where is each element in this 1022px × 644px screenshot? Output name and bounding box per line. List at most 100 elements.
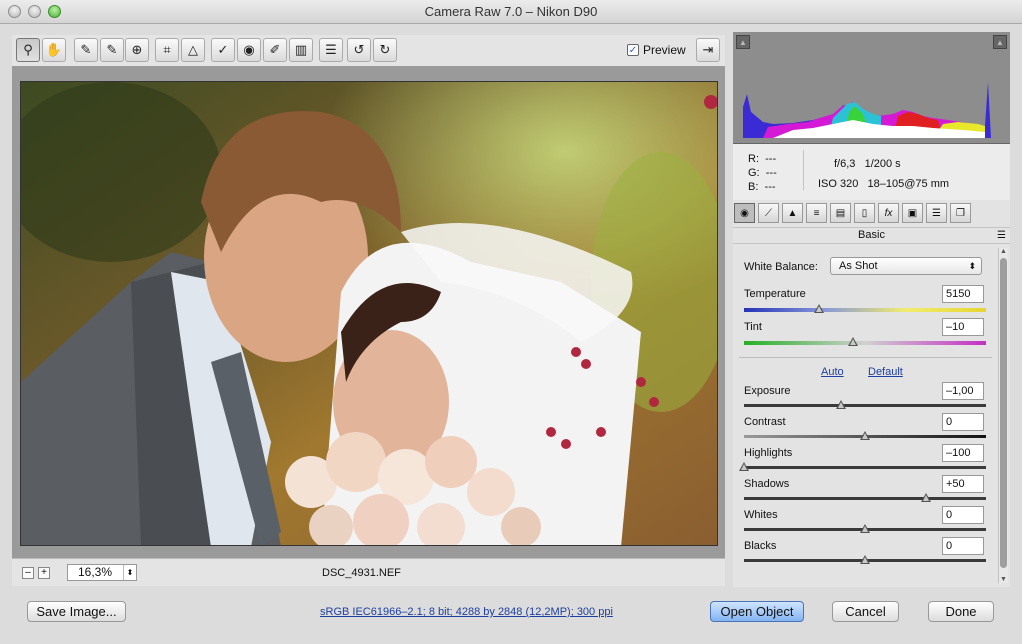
shadows-input[interactable]: +50	[942, 475, 984, 493]
zoom-tool-button[interactable]: ⚲	[16, 38, 40, 62]
tab-presets[interactable]: ☰	[926, 203, 947, 223]
tint-input[interactable]: –10	[942, 318, 984, 336]
contrast-input[interactable]: 0	[942, 413, 984, 431]
histogram: ▲ ▲	[733, 32, 1010, 144]
snapshots-icon: ❐	[956, 207, 965, 219]
whites-thumb[interactable]	[860, 524, 870, 533]
scroll-down-icon[interactable]: ▼	[1000, 576, 1007, 583]
fullscreen-icon: ⇥	[702, 42, 714, 57]
b-label: B:	[748, 181, 759, 193]
tab-tone-curve[interactable]: ⟋	[758, 203, 779, 223]
aperture-value: f/6,3	[834, 158, 856, 170]
color-sampler-tool-button[interactable]: ✎	[100, 38, 124, 62]
split-toning-icon: ▤	[835, 207, 846, 219]
blacks-label: Blacks	[744, 540, 777, 552]
hand-tool-button[interactable]: ✋	[42, 38, 66, 62]
highlights-input[interactable]: –100	[942, 444, 984, 462]
tab-effects[interactable]: fx	[878, 203, 899, 223]
scroll-thumb[interactable]	[1000, 258, 1007, 568]
tone-curve-icon: ⟋	[765, 207, 772, 219]
exposure-slider[interactable]	[744, 400, 986, 409]
zoom-in-button[interactable]: +	[38, 567, 50, 579]
exposure-input[interactable]: –1,00	[942, 382, 984, 400]
straighten-tool-button[interactable]: △	[181, 38, 205, 62]
blacks-thumb[interactable]	[860, 555, 870, 564]
zoom-level-select[interactable]: 16,3% ⬍	[67, 564, 137, 581]
tab-detail[interactable]: ▲	[782, 203, 803, 223]
g-label: G:	[748, 167, 760, 179]
contrast-thumb[interactable]	[860, 431, 870, 440]
preview-checkbox[interactable]: ✓	[627, 44, 639, 56]
highlights-slider[interactable]	[739, 462, 986, 471]
chevron-updown-icon: ⬍	[968, 261, 976, 271]
cancel-button[interactable]: Cancel	[832, 601, 899, 622]
tab-lens-corrections[interactable]: ▯	[854, 203, 875, 223]
panel-scrollbar[interactable]: ▲ ▼	[998, 248, 1008, 583]
graduated-filter-tool-button[interactable]: ▥	[289, 38, 313, 62]
lens-value: 18–105@75 mm	[867, 178, 950, 190]
crop-icon: ⌗	[163, 42, 171, 57]
white-balance-tool-button[interactable]: ✎	[74, 38, 98, 62]
whites-slider[interactable]	[744, 524, 986, 533]
rotate-left-button[interactable]: ↺	[347, 38, 371, 62]
adjustments-sidebar: ▲ ▲ R: --- G: --- B: --- f/6,3 1/200 s I…	[733, 32, 1010, 587]
contrast-slider[interactable]	[744, 431, 986, 440]
blacks-input[interactable]: 0	[942, 537, 984, 555]
spot-removal-tool-button[interactable]: ✓	[211, 38, 235, 62]
tab-basic[interactable]: ◉	[734, 203, 755, 223]
preview-toggle[interactable]: ✓ Preview	[627, 43, 686, 57]
camera-icon: ▣	[907, 207, 918, 219]
histogram-graph	[743, 82, 991, 138]
tab-camera-calibration[interactable]: ▣	[902, 203, 923, 223]
tab-hsl[interactable]: ≡	[806, 203, 827, 223]
adjustment-brush-tool-button[interactable]: ✐	[263, 38, 287, 62]
presets-icon: ☰	[932, 207, 941, 219]
fullscreen-button[interactable]: ⇥	[696, 38, 720, 62]
exposure-thumb[interactable]	[835, 400, 846, 409]
white-balance-label: White Balance:	[744, 261, 818, 273]
scroll-up-icon[interactable]: ▲	[1000, 248, 1007, 255]
shadows-label: Shadows	[744, 478, 790, 490]
preview-area[interactable]	[12, 66, 725, 558]
tab-snapshots[interactable]: ❐	[950, 203, 971, 223]
preview-image[interactable]	[20, 81, 718, 546]
highlights-thumb[interactable]	[739, 462, 749, 471]
whites-input[interactable]: 0	[942, 506, 984, 524]
crop-tool-button[interactable]: ⌗	[155, 38, 179, 62]
rotate-right-icon: ↻	[379, 42, 391, 57]
brush-icon: ✐	[269, 42, 281, 57]
hsl-icon: ≡	[813, 207, 820, 219]
zoom-out-button[interactable]: –	[22, 567, 34, 579]
red-eye-tool-button[interactable]: ◉	[237, 38, 261, 62]
r-value: ---	[765, 153, 777, 165]
status-bar: – + 16,3% ⬍ DSC_4931.NEF	[12, 558, 725, 586]
blacks-slider[interactable]	[744, 555, 986, 564]
save-image-button[interactable]: Save Image...	[27, 601, 126, 622]
contrast-label: Contrast	[744, 416, 786, 428]
shadows-thumb[interactable]	[920, 493, 931, 502]
straighten-icon: △	[188, 42, 198, 57]
default-link[interactable]: Default	[868, 366, 903, 378]
done-button[interactable]: Done	[928, 601, 994, 622]
tint-thumb[interactable]	[847, 337, 858, 346]
graduated-filter-icon: ▥	[294, 42, 308, 57]
shadows-slider[interactable]	[744, 493, 986, 502]
targeted-adjustment-tool-button[interactable]: ⊕	[125, 38, 149, 62]
temperature-input[interactable]: 5150	[942, 285, 984, 303]
tab-split-toning[interactable]: ▤	[830, 203, 851, 223]
info-divider	[803, 150, 804, 190]
highlights-label: Highlights	[744, 447, 793, 459]
preferences-button[interactable]: ☰	[319, 38, 343, 62]
white-balance-select[interactable]: As Shot ⬍	[830, 257, 982, 275]
image-info: R: --- G: --- B: --- f/6,3 1/200 s ISO 3…	[733, 144, 1010, 200]
workflow-options-link[interactable]: sRGB IEC61966–2.1; 8 bit; 4288 by 2848 (…	[320, 606, 613, 618]
tint-slider[interactable]	[744, 337, 986, 346]
temperature-slider[interactable]	[744, 304, 986, 313]
rotate-right-button[interactable]: ↻	[373, 38, 397, 62]
panel-menu-icon[interactable]: ☰	[997, 228, 1006, 243]
red-eye-icon: ◉	[243, 42, 255, 57]
temperature-thumb[interactable]	[814, 304, 825, 313]
auto-link[interactable]: Auto	[821, 366, 844, 378]
panel-title-label: Basic	[858, 229, 885, 241]
open-object-button[interactable]: Open Object	[710, 601, 804, 622]
